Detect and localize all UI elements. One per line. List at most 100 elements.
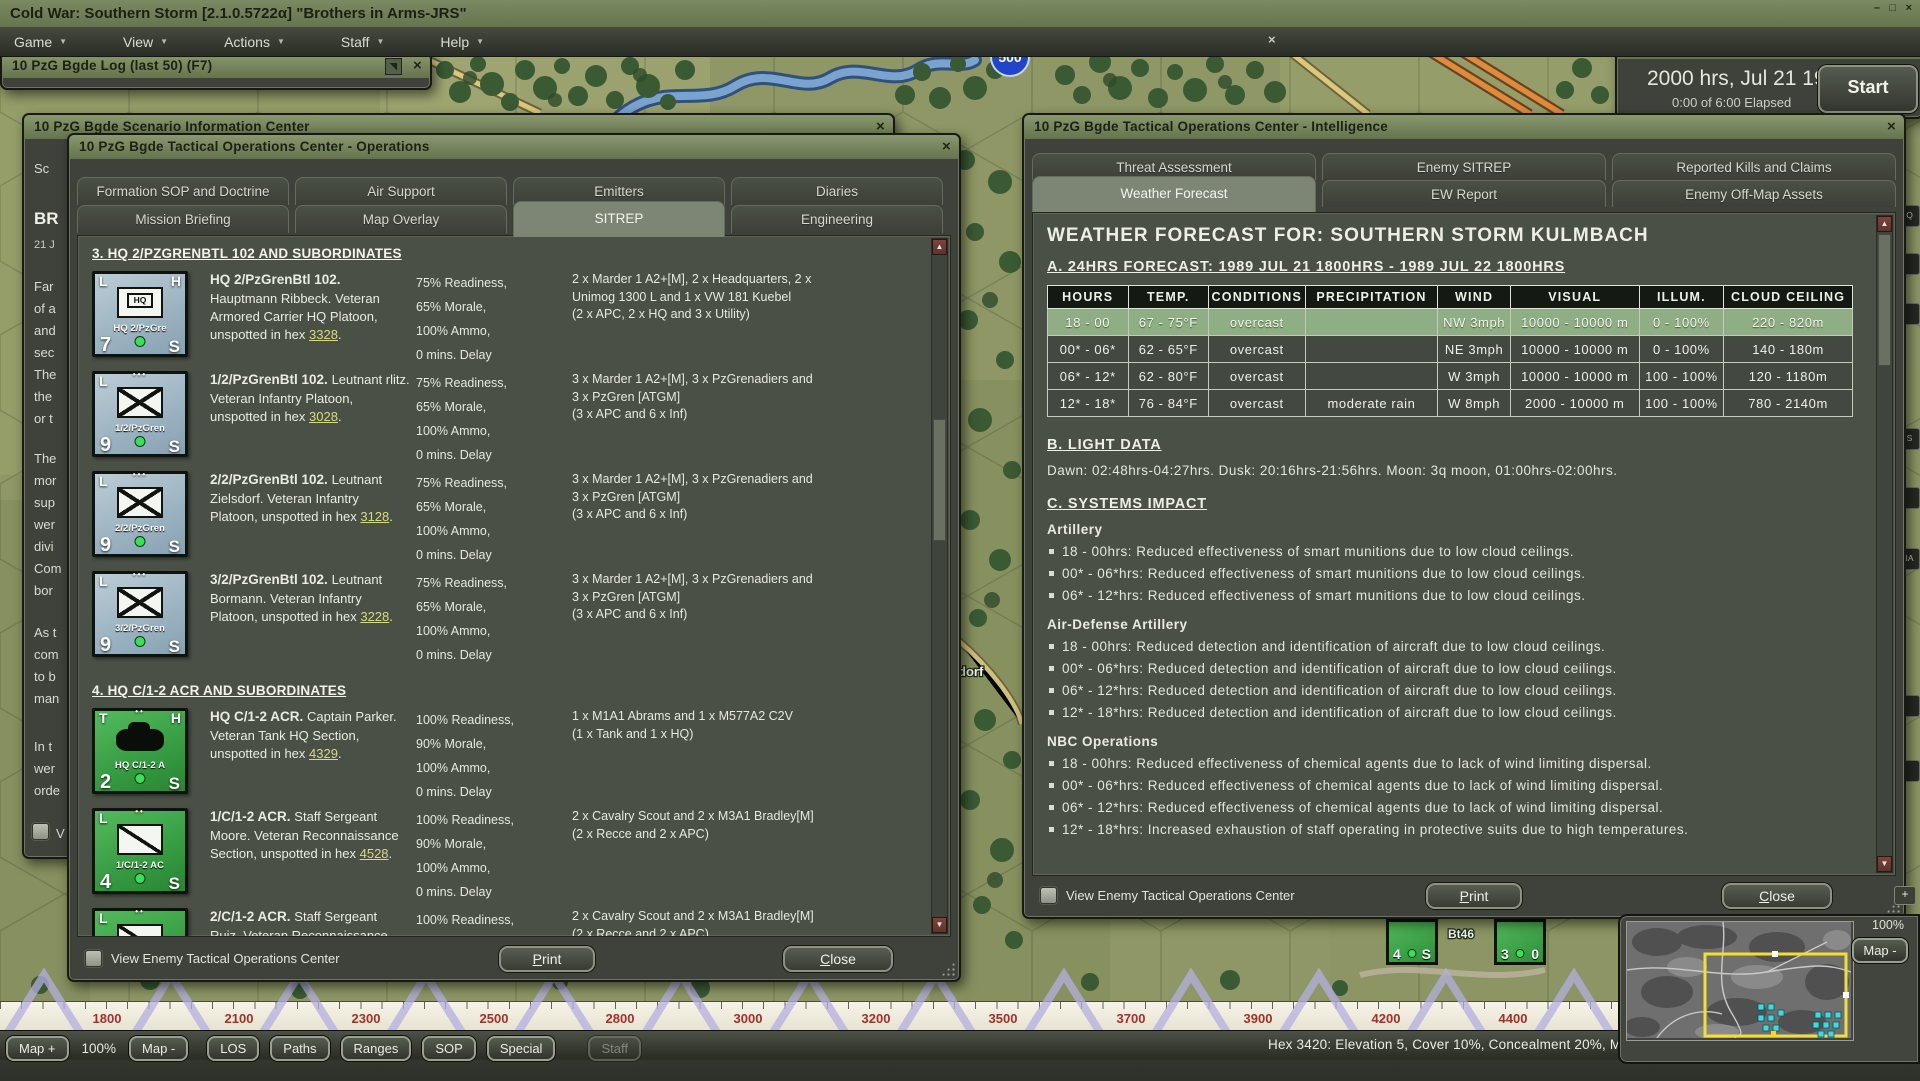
tab-sitrep[interactable]: SITREP — [513, 201, 725, 237]
readiness-dot — [135, 873, 146, 884]
los-button[interactable]: LOS — [207, 1036, 259, 1061]
sitrep-entry: L H HQ HQ 2/PzGre 7 S HQ 2/PzGrenBtl 102… — [92, 271, 924, 367]
tab-diaries[interactable]: Diaries — [731, 177, 943, 205]
restore-icon[interactable]: ◥ — [385, 58, 402, 75]
map-unit-counter[interactable]: 4 S — [1386, 919, 1438, 965]
print-button[interactable]: Print — [499, 946, 595, 972]
tank-symbol-icon — [114, 721, 166, 755]
tab-map-overlay[interactable]: Map Overlay — [295, 205, 507, 233]
ruler-number: 2500 — [480, 1011, 509, 1026]
town-label: dorf — [958, 664, 984, 679]
tab-air-support[interactable]: Air Support — [295, 177, 507, 205]
unit-counter-icon[interactable]: L •• 2/C/1-2 AC 4 S — [92, 908, 188, 937]
start-button[interactable]: Start — [1818, 65, 1918, 113]
menu-help[interactable]: Help▼ — [426, 34, 498, 50]
ruler-number: 2800 — [606, 1011, 635, 1026]
hex-column-ruler: 1800 2100 2300 2500 2800 3000 3200 3500 … — [0, 1001, 1622, 1031]
forecast-section-heading: A. 24HRS FORECAST: 1989 JUL 21 1800HRS -… — [1047, 259, 1865, 275]
maximize-icon[interactable]: □ — [1889, 2, 1896, 14]
intelligence-window-title-bar[interactable]: 10 PzG Bgde Tactical Operations Center -… — [1024, 115, 1904, 139]
minimize-icon[interactable]: – — [1874, 2, 1880, 14]
checkbox[interactable] — [32, 823, 49, 840]
scenario-window-title: 10 PzG Bgde Scenario Information Center — [34, 119, 310, 134]
intelligence-footer: View Enemy Tactical Operations Center Pr… — [1034, 881, 1894, 911]
scroll-up-icon[interactable]: ▲ — [1877, 216, 1892, 232]
close-icon[interactable]: × — [1268, 32, 1276, 47]
unit-counter-icon[interactable]: L H HQ HQ 2/PzGre 7 S — [92, 271, 188, 357]
unit-counter-icon[interactable]: L •• 1/C/1-2 AC 4 S — [92, 808, 188, 894]
chevron-down-icon: ▼ — [160, 37, 168, 46]
minimap-zoom-in-button[interactable]: + — [1894, 886, 1916, 905]
minimap-zoom-level: 100% — [1872, 918, 1904, 932]
operations-footer: View Enemy Tactical Operations Center Pr… — [79, 944, 949, 974]
hex-link[interactable]: 4329 — [309, 746, 338, 761]
readiness-dot — [135, 436, 146, 447]
tab-weather-forecast[interactable]: Weather Forecast — [1032, 176, 1316, 212]
tab-engineering[interactable]: Engineering — [731, 205, 943, 233]
paths-button[interactable]: Paths — [270, 1036, 329, 1061]
menu-staff[interactable]: Staff▼ — [327, 34, 398, 50]
unit-equipment: 1 x M1A1 Abrams and 1 x M577A2 C2V (1 x … — [572, 708, 822, 804]
hex-link[interactable]: 3328 — [309, 327, 338, 342]
close-button[interactable]: Close — [1722, 883, 1832, 909]
tab-enemy-offmap-assets[interactable]: Enemy Off-Map Assets — [1612, 180, 1896, 207]
tab-ew-report[interactable]: EW Report — [1322, 180, 1606, 207]
unit-counter-icon[interactable]: L ••• 3/2/PzGren 9 S — [92, 571, 188, 657]
tab-mission-briefing[interactable]: Mission Briefing — [77, 205, 289, 233]
ruler-number: 2300 — [352, 1011, 381, 1026]
scroll-down-icon[interactable]: ▼ — [1877, 856, 1892, 872]
menu-actions[interactable]: Actions▼ — [210, 34, 299, 50]
log-window-title-bar[interactable]: 10 PzG Bgde Log (last 50) (F7) ◥ × — [2, 54, 430, 78]
scroll-down-icon[interactable]: ▼ — [932, 917, 947, 933]
unit-counter-icon[interactable]: L ••• 1/2/PzGren 9 S — [92, 371, 188, 457]
view-enemy-toc-checkbox[interactable] — [1040, 887, 1057, 904]
map-zoom-in-button[interactable]: Map + — [6, 1036, 69, 1061]
scroll-thumb[interactable] — [933, 419, 946, 541]
minimap[interactable] — [1626, 921, 1854, 1041]
tab-formation-sop-doctrine[interactable]: Formation SOP and Doctrine — [77, 177, 289, 205]
ruler-number: 1800 — [93, 1011, 122, 1026]
menu-view[interactable]: View▼ — [109, 34, 182, 50]
unit-equipment: 3 x Marder 1 A2+[M], 3 x PzGrenadiers an… — [572, 371, 822, 467]
map-zoom-out-button[interactable]: Map - — [129, 1036, 188, 1061]
ruler-number: 3700 — [1117, 1011, 1146, 1026]
impact-group-title: NBC Operations — [1047, 734, 1865, 749]
ranges-button[interactable]: Ranges — [341, 1036, 412, 1061]
close-icon[interactable]: × — [413, 54, 422, 78]
tab-enemy-sitrep[interactable]: Enemy SITREP — [1322, 153, 1606, 180]
hex-link[interactable]: 3028 — [309, 409, 338, 424]
recon-symbol-icon — [117, 924, 163, 937]
close-icon[interactable]: × — [942, 135, 951, 159]
scroll-up-icon[interactable]: ▲ — [932, 239, 947, 255]
impact-bullet: 18 - 00hrs: Reduced detection and identi… — [1047, 639, 1865, 654]
unit-counter-icon[interactable]: T •• H HQ C/1-2 A 2 S — [92, 708, 188, 794]
scrollbar[interactable]: ▲ ▼ — [1876, 215, 1893, 873]
menu-game[interactable]: Game▼ — [0, 34, 81, 50]
hex-link[interactable]: 4528 — [360, 846, 389, 861]
scroll-thumb[interactable] — [1878, 234, 1891, 366]
close-icon[interactable]: × — [1887, 115, 1896, 139]
light-data-heading: B. LIGHT DATA — [1047, 437, 1865, 453]
close-button[interactable]: Close — [783, 946, 893, 972]
operations-window-title-bar[interactable]: 10 PzG Bgde Tactical Operations Center -… — [69, 135, 959, 159]
minimap-terrain — [1627, 922, 1851, 1038]
unit-stats: 75% Readiness, 65% Morale, 100% Ammo, 0 … — [416, 471, 566, 567]
unit-counter-icon[interactable]: L ••• 2/2/PzGren 9 S — [92, 471, 188, 557]
sitrep-content: 3. HQ 2/PZGRENBTL 102 AND SUBORDINATES L… — [77, 235, 951, 937]
map-unit-counter[interactable]: 3 0 — [1494, 919, 1546, 965]
tab-reported-kills-claims[interactable]: Reported Kills and Claims — [1612, 153, 1896, 180]
road-label: Bt46 — [1448, 927, 1474, 941]
print-button[interactable]: Print — [1426, 883, 1522, 909]
close-icon[interactable]: × — [1906, 2, 1912, 14]
minimap-zoom-out-button[interactable]: Map - — [1852, 938, 1908, 963]
counter-strength: 3 — [1501, 946, 1509, 962]
infantry-symbol-icon — [117, 387, 163, 418]
special-button[interactable]: Special — [487, 1036, 556, 1061]
col-wind: WIND — [1438, 286, 1510, 309]
hex-link[interactable]: 3128 — [360, 509, 389, 524]
operations-window: 10 PzG Bgde Tactical Operations Center -… — [67, 133, 961, 982]
view-enemy-toc-checkbox[interactable] — [85, 950, 102, 967]
scrollbar[interactable]: ▲ ▼ — [931, 238, 948, 934]
sop-button[interactable]: SOP — [422, 1036, 475, 1061]
hex-link[interactable]: 3228 — [360, 609, 389, 624]
